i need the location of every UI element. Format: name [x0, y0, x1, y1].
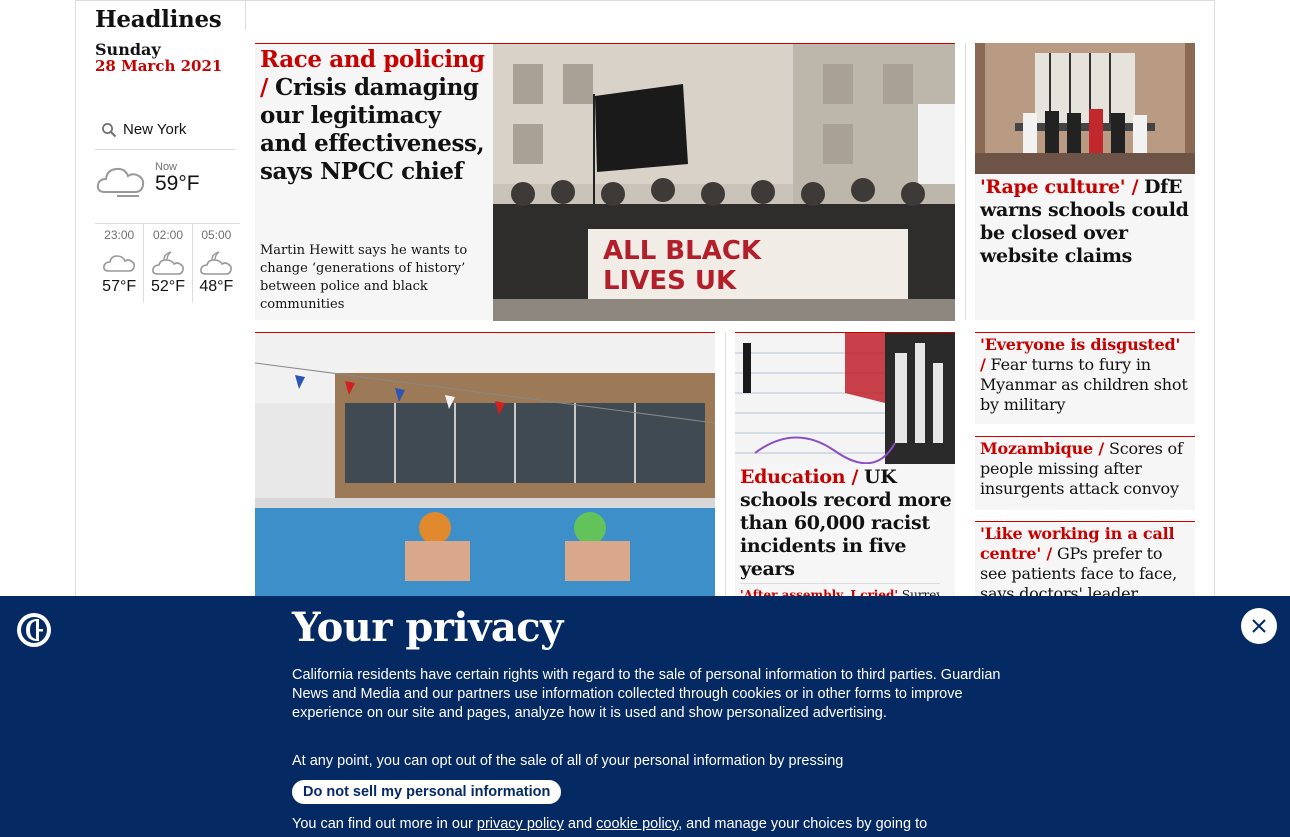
section-title: Headlines	[95, 6, 222, 33]
privacy-paragraph: At any point, you can opt out of the sal…	[292, 753, 844, 769]
close-button[interactable]	[1241, 608, 1277, 644]
top-rule	[75, 0, 1215, 1]
divider	[245, 0, 246, 30]
lead-story-card[interactable]: Race and policing / Crisis damaging our …	[255, 43, 955, 321]
protest-photo: ALL BLACK LIVES UK	[493, 44, 955, 321]
lead-headline[interactable]: Race and policing / Crisis damaging our …	[260, 46, 488, 186]
close-icon	[1252, 619, 1266, 633]
swimming-pool-photo	[255, 333, 715, 600]
story-image[interactable]	[735, 333, 955, 464]
story-headline[interactable]: Fear turns to fury in Myanmar as childre…	[980, 355, 1188, 414]
story-card-rape-culture[interactable]: 'Rape culture' / DfE warns schools could…	[975, 43, 1195, 320]
story-card-education[interactable]: Education / UK schools record more than …	[735, 332, 955, 602]
lead-standfirst: Martin Hewitt says he wants to change ‘g…	[260, 243, 468, 312]
privacy-title: Your privacy	[292, 604, 563, 651]
date-full: 28 March 2021	[95, 57, 223, 75]
story-kicker: 'Rape culture' /	[980, 176, 1139, 198]
story-item[interactable]: 'Everyone is disgusted' / Fear turns to …	[975, 332, 1195, 424]
moon-cloud-icon	[200, 251, 233, 275]
weather-location-search[interactable]: New York	[95, 116, 235, 150]
story-item[interactable]: 'Like working in a call centre' / GPs pr…	[975, 521, 1195, 603]
forecast-item: 05:00 48°F	[191, 223, 240, 303]
privacy-paragraph: California residents have certain rights…	[292, 667, 1001, 721]
search-icon	[102, 123, 117, 138]
story-item[interactable]: Mozambique / Scores of people missing af…	[975, 436, 1195, 510]
forecast-temp: 52°F	[151, 278, 185, 295]
school-protest-photo	[975, 43, 1195, 174]
svg-text:ALL BLACK: ALL BLACK	[603, 236, 762, 266]
forecast-item: 23:00 57°F	[95, 223, 144, 303]
privacy-text: , and manage your choices by going to	[678, 816, 928, 832]
forecast-time: 02:00	[152, 228, 183, 242]
story-kicker: Mozambique /	[980, 439, 1105, 458]
privacy-banner: Your privacy California residents have c…	[0, 596, 1290, 837]
cloud-icon	[103, 255, 136, 272]
moon-cloud-icon	[152, 251, 184, 275]
do-not-sell-button[interactable]: Do not sell my personal information	[292, 780, 562, 804]
privacy-paragraph: You can find out more in our privacy pol…	[292, 815, 1002, 834]
pool-story-image[interactable]	[255, 332, 715, 600]
illustration-image	[735, 333, 955, 464]
lead-image[interactable]: ALL BLACK LIVES UK	[493, 44, 955, 321]
forecast-time: 23:00	[104, 228, 135, 242]
forecast-item: 02:00 52°F	[143, 223, 192, 303]
weather-forecast: 23:00 57°F 02:00 52°F 05:00 48°F	[95, 223, 240, 303]
weather-location-input[interactable]: New York	[123, 121, 186, 138]
guardian-logo-icon	[17, 613, 51, 647]
forecast-temp: 57°F	[102, 278, 137, 295]
cookie-policy-link[interactable]: cookie policy	[596, 816, 678, 832]
column-divider	[725, 332, 726, 596]
lead-headline-text: Crisis damaging our legitimacy and effec…	[260, 74, 485, 185]
cloud-icon	[96, 167, 145, 197]
story-kicker: Education /	[740, 466, 859, 488]
story-image[interactable]	[975, 43, 1195, 174]
forecast-temp: 48°F	[199, 278, 234, 295]
privacy-text: and	[563, 816, 597, 832]
privacy-text: You can find out more in our	[292, 816, 477, 832]
svg-text:LIVES UK: LIVES UK	[603, 266, 737, 296]
forecast-time: 05:00	[201, 228, 232, 242]
privacy-policy-link[interactable]: privacy policy	[477, 816, 564, 832]
column-divider	[965, 43, 966, 320]
weather-now-temp: 59°F	[155, 172, 200, 195]
